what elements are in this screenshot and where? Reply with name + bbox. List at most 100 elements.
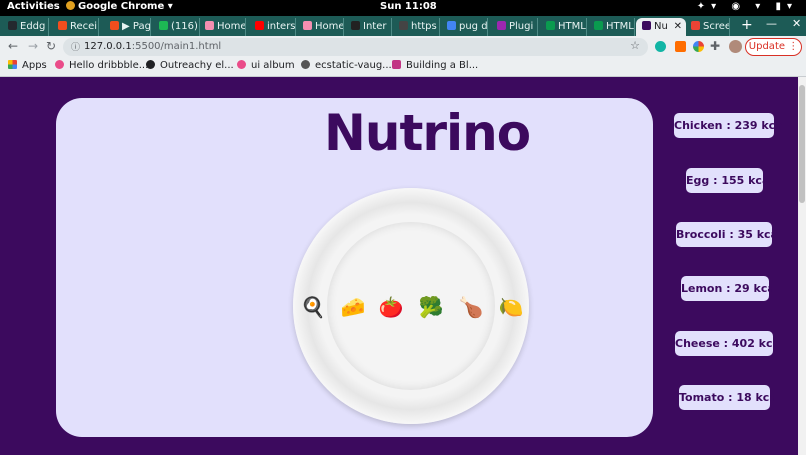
favicon-icon: [691, 21, 700, 30]
egg-icon[interactable]: 🍳: [300, 294, 326, 320]
calorie-label: Chicken : 239 kcal: [674, 113, 786, 138]
lemon-icon[interactable]: 🍋: [498, 294, 524, 320]
avatar[interactable]: [729, 40, 742, 53]
favicon-icon: [159, 21, 168, 30]
tab-label: inters: [267, 21, 296, 32]
favicon-icon: [110, 21, 119, 30]
favicon-icon: [205, 21, 214, 30]
favicon-icon: [303, 21, 312, 30]
favicon-icon: [255, 21, 264, 30]
tab-label: pug d: [459, 21, 488, 32]
tab[interactable]: Home: [297, 18, 344, 36]
calorie-label: Broccoli : 35 kcal: [676, 222, 782, 247]
bookmark-star-icon[interactable]: ☆: [630, 39, 640, 52]
close-tab-icon[interactable]: ✕: [674, 18, 682, 36]
favicon-icon: [447, 21, 456, 30]
tab[interactable]: Recei: [52, 18, 99, 36]
new-tab-button[interactable]: +: [741, 17, 753, 33]
chicken-icon[interactable]: 🍗: [458, 294, 484, 320]
address-bar[interactable]: ⓘ 127.0.0.1:5500/main1.html ☆: [63, 38, 648, 56]
extension-icon[interactable]: [655, 41, 666, 52]
broccoli-icon[interactable]: 🥦: [418, 294, 444, 320]
bookmark-item[interactable]: Outreachy el...: [146, 60, 234, 71]
url-host: 127.0.0.1: [84, 41, 132, 52]
extension-icon[interactable]: [693, 41, 704, 52]
tab[interactable]: Plugi: [491, 18, 538, 36]
bookmark-item[interactable]: Building a Bl...: [392, 60, 478, 71]
bookmark-item[interactable]: ui album: [237, 60, 295, 71]
main-card: Nutrino 🍳 🧀 🍅 🥦 🍗 🍋: [56, 98, 653, 437]
u-logo-icon: [392, 60, 401, 69]
tab-label: Recei: [70, 21, 98, 32]
tab[interactable]: pug d: [441, 18, 488, 36]
tab[interactable]: Eddg: [2, 18, 49, 36]
back-icon[interactable]: ←: [8, 39, 18, 53]
favicon-icon: [594, 21, 603, 30]
tab-active[interactable]: Nu ✕: [636, 18, 686, 36]
toolbar: ← → ↻ ⓘ 127.0.0.1:5500/main1.html ☆ ✚ Up…: [0, 36, 806, 58]
tab-label: ▶ Pag: [122, 21, 151, 32]
favicon-icon: [58, 21, 67, 30]
calorie-label: Lemon : 29 kcal: [681, 276, 779, 301]
favicon-icon: [497, 21, 506, 30]
close-window-icon[interactable]: ✕: [792, 17, 801, 30]
url-path: :5500/main1.html: [131, 41, 222, 52]
dribbble-icon: [237, 60, 246, 69]
tab[interactable]: (116): [153, 18, 200, 36]
tab[interactable]: Home: [199, 18, 246, 36]
update-button[interactable]: Update ⋮: [745, 38, 802, 56]
tab-label: Nu: [654, 21, 668, 32]
tab[interactable]: ▶ Pag: [104, 18, 151, 36]
app-menu[interactable]: Google Chrome ▾: [66, 1, 173, 12]
scrollbar-thumb[interactable]: [799, 85, 805, 203]
tab-label: Home: [315, 21, 344, 32]
tab[interactable]: HTML: [588, 18, 635, 36]
bookmark-apps[interactable]: Apps: [8, 60, 47, 71]
system-tray[interactable]: ✦▾ ◉ ▾ ▮▾: [697, 1, 798, 12]
scrollbar[interactable]: [798, 77, 806, 455]
globe-icon: [146, 60, 155, 69]
chrome-icon: [66, 1, 75, 10]
minimize-icon[interactable]: —: [766, 17, 777, 30]
calorie-label: Cheese : 402 kcal: [675, 331, 784, 356]
activities-button[interactable]: Activities: [7, 1, 60, 12]
favicon-icon: [642, 21, 651, 30]
tab[interactable]: https: [393, 18, 440, 36]
forward-icon[interactable]: →: [28, 39, 38, 53]
tab-label: HTML: [606, 21, 634, 32]
favicon-icon: [399, 21, 408, 30]
tab[interactable]: inters: [249, 18, 296, 36]
favicon-icon: [8, 21, 17, 30]
tab-label: Plugi: [509, 21, 534, 32]
apps-grid-icon: [8, 60, 17, 69]
bookmarks-bar: Apps Hello dribbble... Outreachy el... u…: [0, 58, 806, 77]
extension-icon[interactable]: [675, 41, 686, 52]
dribbble-icon: [55, 60, 64, 69]
tab-label: Scree: [703, 21, 730, 32]
calorie-label: Egg : 155 kcal: [686, 168, 773, 193]
favicon-icon: [546, 21, 555, 30]
tomato-icon[interactable]: 🍅: [378, 294, 404, 320]
tab-label: https: [411, 21, 437, 32]
netlify-icon: [301, 60, 310, 69]
favicon-icon: [351, 21, 360, 30]
tab[interactable]: HTML: [540, 18, 587, 36]
bookmark-item[interactable]: Hello dribbble...: [55, 60, 148, 71]
tab-label: Home: [217, 21, 246, 32]
clock[interactable]: Sun 11:08: [380, 1, 437, 12]
reload-icon[interactable]: ↻: [46, 39, 56, 53]
system-top-bar: Activities Google Chrome ▾ Sun 11:08 ✦▾ …: [0, 0, 806, 16]
page-viewport: Nutrino 🍳 🧀 🍅 🥦 🍗 🍋 Chicken : 239 kcal Egg : 1…: [0, 77, 798, 455]
plate: [293, 188, 529, 424]
tab[interactable]: Inter: [345, 18, 392, 36]
bookmark-item[interactable]: ecstatic-vaug...: [301, 60, 392, 71]
site-info-icon[interactable]: ⓘ: [71, 40, 80, 53]
tab[interactable]: Scree: [685, 18, 730, 36]
cheese-icon[interactable]: 🧀: [340, 294, 366, 320]
tab-label: Eddg: [20, 21, 46, 32]
tab-label: (116): [171, 21, 198, 32]
page-title: Nutrino: [324, 104, 531, 162]
extensions-puzzle-icon[interactable]: ✚: [710, 39, 720, 53]
tab-label: HTML: [558, 21, 586, 32]
calorie-label: Tomato : 18 kcal: [679, 385, 781, 410]
